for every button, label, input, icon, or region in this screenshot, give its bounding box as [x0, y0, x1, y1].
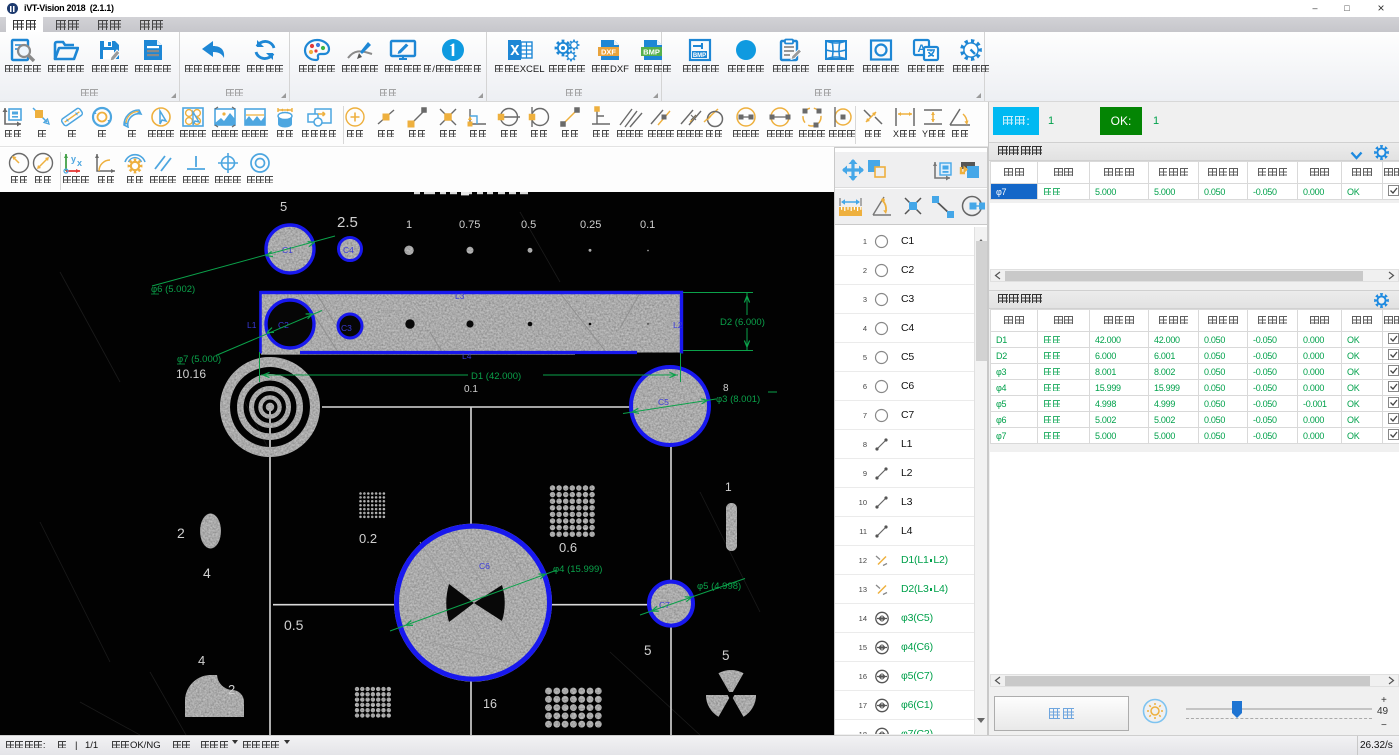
svg-text:D1 (42.000): D1 (42.000) — [471, 371, 521, 382]
svg-text:φ6 (5.002): φ6 (5.002) — [151, 284, 195, 295]
svg-text:BMP: BMP — [643, 47, 660, 56]
svg-text:BMP: BMP — [693, 53, 706, 59]
svg-text:5: 5 — [280, 199, 287, 214]
svg-text:0.5: 0.5 — [521, 219, 536, 231]
svg-text:C3: C3 — [341, 323, 352, 333]
svg-text:L2: L2 — [673, 320, 683, 330]
svg-text:0.6: 0.6 — [559, 540, 577, 555]
svg-text:x: x — [77, 158, 82, 168]
svg-text:10.16: 10.16 — [176, 367, 206, 381]
svg-text:5: 5 — [722, 648, 730, 663]
svg-text:D2 (6.000): D2 (6.000) — [720, 317, 765, 328]
svg-text:0.1: 0.1 — [464, 384, 478, 395]
svg-text:8: 8 — [723, 383, 729, 394]
svg-text:C5: C5 — [658, 397, 669, 407]
svg-text:2: 2 — [228, 682, 235, 697]
svg-text:φ5 (4.998): φ5 (4.998) — [697, 581, 741, 592]
svg-text:φ3 (8.001): φ3 (8.001) — [716, 394, 760, 405]
svg-text:C6: C6 — [479, 561, 490, 571]
svg-text:0.75: 0.75 — [459, 219, 480, 231]
svg-text:0.25: 0.25 — [580, 219, 601, 231]
svg-text:0.2: 0.2 — [359, 531, 377, 546]
svg-text:φ7 (5.000): φ7 (5.000) — [177, 354, 221, 365]
svg-text:2.5: 2.5 — [337, 214, 358, 231]
svg-text:L3: L3 — [455, 291, 465, 301]
svg-text:4: 4 — [198, 653, 205, 668]
svg-text:DXF: DXF — [601, 47, 616, 56]
svg-text:2: 2 — [177, 525, 185, 541]
svg-text:0.1: 0.1 — [640, 219, 655, 231]
svg-text:1: 1 — [406, 219, 412, 231]
svg-text:L4: L4 — [462, 351, 472, 361]
svg-text:16: 16 — [483, 697, 497, 711]
svg-text:0.5: 0.5 — [284, 617, 304, 633]
svg-text:5: 5 — [644, 643, 652, 658]
svg-text:L1: L1 — [247, 320, 257, 330]
svg-text:φ4 (15.999): φ4 (15.999) — [553, 564, 602, 575]
svg-text:C4: C4 — [343, 245, 354, 255]
svg-text:1: 1 — [725, 480, 732, 494]
svg-text:y: y — [71, 154, 76, 164]
svg-text:4: 4 — [203, 565, 211, 581]
